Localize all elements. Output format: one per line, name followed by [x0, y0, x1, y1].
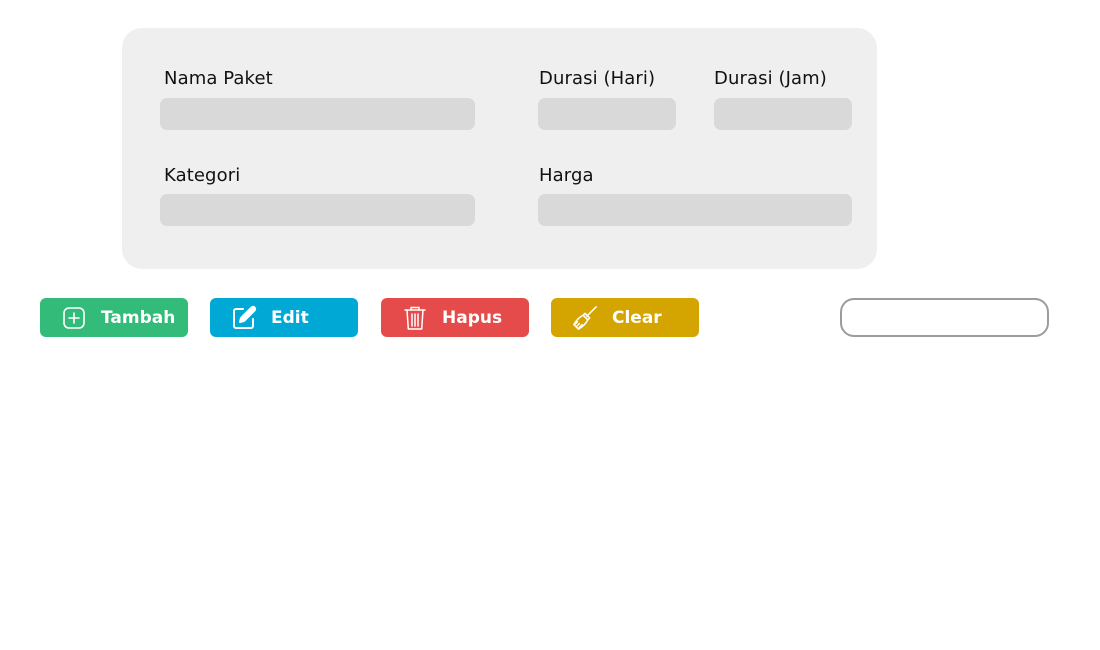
durasi-jam-input[interactable]	[714, 98, 852, 130]
package-form-page: Nama Paket Durasi (Hari) Durasi (Jam) Ka…	[0, 0, 1100, 650]
edit-button[interactable]: Edit	[210, 298, 358, 337]
kategori-label: Kategori	[164, 165, 241, 186]
delete-button-label: Hapus	[442, 307, 503, 328]
durasi-hari-label: Durasi (Hari)	[539, 68, 656, 89]
harga-input[interactable]	[538, 194, 852, 226]
clear-button[interactable]: Clear	[551, 298, 699, 337]
plus-square-icon	[60, 304, 88, 332]
add-button[interactable]: Tambah	[40, 298, 188, 337]
search-input[interactable]	[840, 298, 1049, 337]
nama-paket-input[interactable]	[160, 98, 475, 130]
delete-button[interactable]: Hapus	[381, 298, 529, 337]
broom-icon	[571, 304, 599, 332]
trash-icon	[401, 304, 429, 332]
harga-label: Harga	[539, 165, 594, 186]
kategori-input[interactable]	[160, 194, 475, 226]
edit-icon	[230, 304, 258, 332]
durasi-jam-label: Durasi (Jam)	[714, 68, 827, 89]
edit-button-label: Edit	[271, 307, 309, 328]
clear-button-label: Clear	[612, 307, 662, 328]
package-form-card: Nama Paket Durasi (Hari) Durasi (Jam) Ka…	[122, 28, 877, 269]
add-button-label: Tambah	[101, 307, 176, 328]
nama-paket-label: Nama Paket	[164, 68, 273, 89]
durasi-hari-input[interactable]	[538, 98, 676, 130]
